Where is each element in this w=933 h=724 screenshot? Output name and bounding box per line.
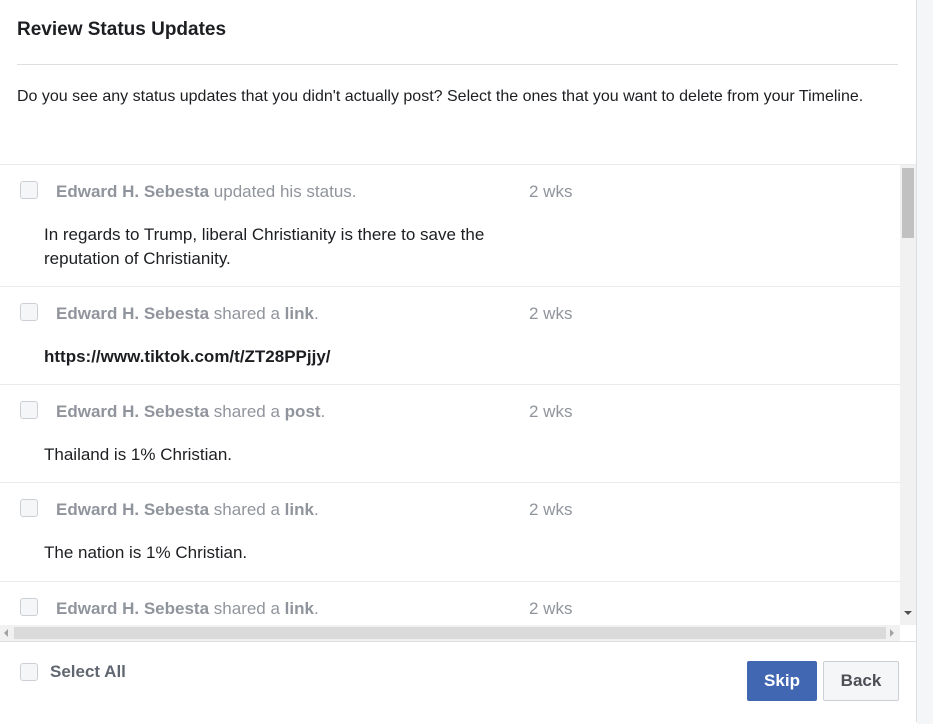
title-divider <box>17 64 898 65</box>
action-text: shared a <box>209 599 285 618</box>
vertical-scrollbar[interactable] <box>900 165 916 625</box>
status-item[interactable]: Edward H. Sebesta shared a link. 2 wks <box>0 582 900 625</box>
status-item-header: Edward H. Sebesta shared a link. <box>56 304 319 324</box>
status-item-checkbox[interactable] <box>20 181 38 199</box>
status-item-header: Edward H. Sebesta updated his status. <box>56 182 357 202</box>
dialog-description: Do you see any status updates that you d… <box>17 88 864 105</box>
status-item-text: Thailand is 1% Christian. <box>44 445 233 464</box>
vertical-scrollbar-thumb[interactable] <box>902 168 914 238</box>
status-item-link[interactable]: https://www.tiktok.com/t/ZT28PPjjy/ <box>44 345 524 369</box>
content-kind-link[interactable]: link <box>285 500 314 519</box>
scroll-right-arrow-icon[interactable] <box>890 629 894 637</box>
action-text: shared a <box>209 402 285 421</box>
scroll-left-arrow-icon[interactable] <box>4 629 8 637</box>
horizontal-scrollbar-thumb[interactable] <box>14 627 886 639</box>
status-item-checkbox[interactable] <box>20 401 38 419</box>
status-item-timestamp[interactable]: 2 wks <box>529 599 572 619</box>
status-item-timestamp[interactable]: 2 wks <box>529 182 572 202</box>
action-text: shared a <box>209 500 285 519</box>
content-kind-link[interactable]: link <box>285 304 314 323</box>
status-item-checkbox[interactable] <box>20 598 38 616</box>
status-item-text: The nation is 1% Christian. <box>44 543 248 562</box>
author-name[interactable]: Edward H. Sebesta <box>56 304 209 323</box>
page-gutter <box>917 0 933 724</box>
review-status-updates-dialog: Review Status Updates Do you see any sta… <box>0 0 917 722</box>
author-name[interactable]: Edward H. Sebesta <box>56 500 209 519</box>
skip-button[interactable]: Skip <box>747 661 817 701</box>
status-item-header: Edward H. Sebesta shared a post. <box>56 402 325 422</box>
status-item-checkbox[interactable] <box>20 499 38 517</box>
status-item[interactable]: Edward H. Sebesta shared a link. 2 wks htt… <box>0 287 900 385</box>
action-text: shared a <box>209 304 285 323</box>
content-kind-link[interactable]: link <box>285 599 314 618</box>
scroll-down-arrow-icon[interactable] <box>904 611 912 615</box>
status-item-checkbox[interactable] <box>20 303 38 321</box>
status-item[interactable]: Edward H. Sebesta shared a link. 2 wks The… <box>0 483 900 582</box>
status-item-text: In regards to Trump, liberal Christianit… <box>44 225 485 268</box>
status-item-timestamp[interactable]: 2 wks <box>529 500 572 520</box>
header-suffix: . <box>313 599 319 618</box>
select-all-label[interactable]: Select All <box>50 662 126 682</box>
status-item-timestamp[interactable]: 2 wks <box>529 304 572 324</box>
header-suffix: . <box>313 500 319 519</box>
action-text: updated his status. <box>209 182 357 201</box>
status-item[interactable]: Edward H. Sebesta shared a post. 2 wks Tha… <box>0 385 900 483</box>
select-all-checkbox[interactable] <box>20 663 38 681</box>
status-item[interactable]: Edward H. Sebesta updated his status. 2 w… <box>0 165 900 287</box>
status-item-header: Edward H. Sebesta shared a link. <box>56 599 319 619</box>
select-all-control[interactable]: Select All <box>20 662 126 682</box>
content-kind-link[interactable]: post <box>285 402 321 421</box>
header-suffix: . <box>313 304 319 323</box>
author-name[interactable]: Edward H. Sebesta <box>56 182 209 201</box>
status-list-container: Edward H. Sebesta updated his status. 2 w… <box>0 164 916 642</box>
author-name[interactable]: Edward H. Sebesta <box>56 402 209 421</box>
dialog-footer: Select All Skip Back <box>0 641 916 722</box>
back-button[interactable]: Back <box>823 661 899 701</box>
dialog-title: Review Status Updates <box>17 19 227 40</box>
author-name[interactable]: Edward H. Sebesta <box>56 599 209 618</box>
status-item-timestamp[interactable]: 2 wks <box>529 402 572 422</box>
header-suffix: . <box>320 402 326 421</box>
status-list[interactable]: Edward H. Sebesta updated his status. 2 w… <box>0 165 900 625</box>
status-item-header: Edward H. Sebesta shared a link. <box>56 500 319 520</box>
horizontal-scrollbar[interactable] <box>0 625 900 641</box>
